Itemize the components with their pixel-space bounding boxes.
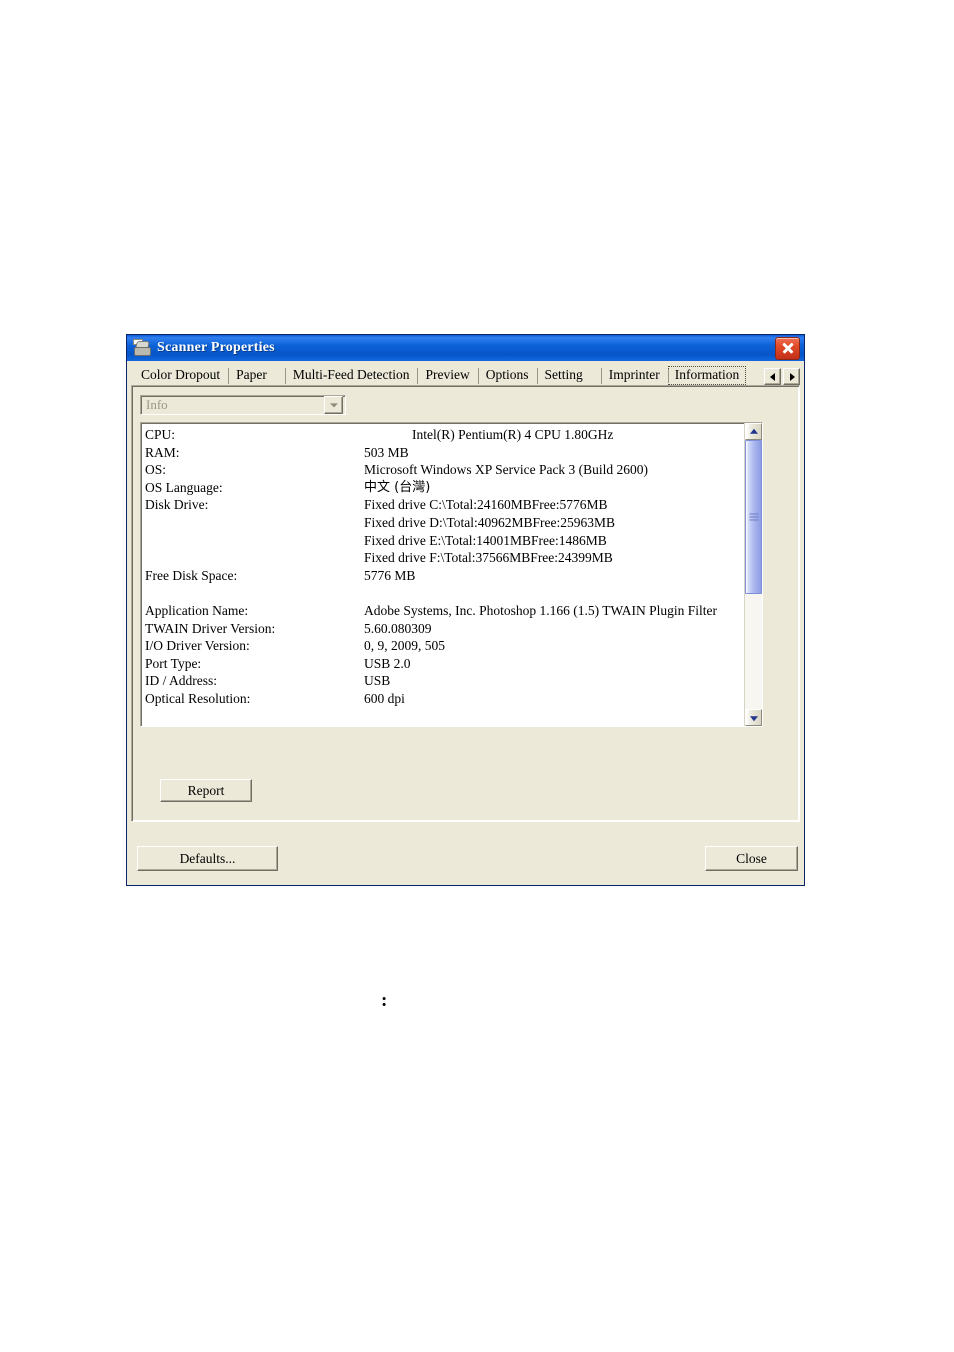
tab-setting[interactable]: Setting: [536, 365, 591, 385]
info-label: ID / Address:: [145, 673, 217, 689]
info-select[interactable]: Info: [140, 395, 346, 415]
chevron-right-icon[interactable]: [783, 368, 800, 385]
information-list: CPU: Intel(R) Pentium(R) 4 CPU 1.80GHz R…: [140, 422, 763, 727]
table-row: OS: Microsoft Windows XP Service Pack 3 …: [145, 461, 744, 479]
window-title: Scanner Properties: [157, 340, 275, 355]
info-label: [145, 532, 364, 550]
info-value: 5.60.080309: [364, 620, 432, 636]
table-row: RAM: 503 MB: [145, 444, 744, 462]
tab-multi-feed-detection[interactable]: Multi-Feed Detection: [284, 365, 418, 385]
info-label: Port Type:: [145, 655, 202, 671]
defaults-button[interactable]: Defaults...: [137, 846, 278, 871]
tab-scroll-buttons: [764, 368, 800, 385]
info-label: I/O Driver Version:: [145, 638, 250, 654]
info-value: 中文 (台灣): [364, 479, 431, 495]
tab-strip: Color Dropout Paper Multi-Feed Detection…: [127, 361, 804, 385]
table-row: Application Name: Adobe Systems, Inc. Ph…: [145, 602, 744, 620]
info-value: 5776 MB: [364, 567, 416, 583]
scanner-properties-dialog: Scanner Properties Color Dropout Paper M…: [126, 334, 805, 886]
tab-preview[interactable]: Preview: [417, 365, 478, 385]
info-label: RAM:: [145, 444, 180, 460]
table-row: TWAIN Driver Version: 5.60.080309: [145, 620, 744, 638]
info-value: 600 dpi: [364, 690, 405, 706]
info-value: Intel(R) Pentium(R) 4 CPU 1.80GHz: [412, 427, 614, 442]
table-row: Free Disk Space: 5776 MB: [145, 567, 744, 585]
close-button[interactable]: Close: [705, 846, 798, 871]
table-row: Fixed drive E:\Total:14001MBFree:1486MB: [145, 532, 744, 550]
tab-color-dropout[interactable]: Color Dropout: [133, 365, 229, 385]
info-label: Optical Resolution:: [145, 690, 251, 706]
info-value: Adobe Systems, Inc. Photoshop 1.166 (1.5…: [364, 602, 717, 618]
table-row: CPU: Intel(R) Pentium(R) 4 CPU 1.80GHz: [145, 426, 744, 444]
info-label: Free Disk Space:: [145, 567, 238, 583]
info-label: [145, 514, 364, 532]
info-label: Disk Drive:: [145, 497, 209, 513]
tab-paper[interactable]: Paper: [228, 365, 275, 385]
info-value: Fixed drive F:\Total:37566MBFree:24399MB: [364, 550, 613, 566]
table-row: I/O Driver Version: 0, 9, 2009, 505: [145, 637, 744, 655]
scanner-icon: [132, 339, 152, 357]
info-value: USB: [364, 673, 391, 689]
table-row: Port Type: USB 2.0: [145, 655, 744, 673]
info-value: 0, 9, 2009, 505: [364, 638, 445, 654]
info-label: [145, 584, 364, 602]
page-stray-colon: :: [381, 990, 388, 1011]
info-label: TWAIN Driver Version:: [145, 620, 276, 636]
chevron-down-icon[interactable]: [324, 396, 343, 414]
scrollbar-thumb[interactable]: [745, 440, 762, 594]
info-value: USB 2.0: [364, 655, 411, 671]
info-value: Fixed drive E:\Total:14001MBFree:1486MB: [364, 532, 607, 548]
titlebar: Scanner Properties: [127, 335, 804, 361]
tab-imprinter[interactable]: Imprinter: [600, 365, 668, 385]
report-button[interactable]: Report: [160, 779, 252, 802]
info-value: Fixed drive C:\Total:24160MBFree:5776MB: [364, 497, 608, 513]
table-row: Optical Resolution: 600 dpi: [145, 690, 744, 708]
close-icon[interactable]: [775, 336, 800, 360]
chevron-down-icon[interactable]: [745, 709, 762, 726]
scrollbar-track[interactable]: [745, 440, 762, 709]
table-row-spacer: [145, 584, 744, 602]
info-label: OS:: [145, 462, 167, 478]
chevron-up-icon[interactable]: [745, 423, 762, 440]
scrollbar-grip-icon: [749, 513, 758, 521]
info-label: Application Name:: [145, 602, 249, 618]
table-row: Fixed drive D:\Total:40962MBFree:25963MB: [145, 514, 744, 532]
info-label: OS Language:: [145, 479, 223, 495]
info-value: 503 MB: [364, 444, 409, 460]
info-value: Microsoft Windows XP Service Pack 3 (Bui…: [364, 462, 649, 478]
information-rows: CPU: Intel(R) Pentium(R) 4 CPU 1.80GHz R…: [141, 423, 744, 726]
information-page-panel: Info CPU: Intel(R) Pentium(R) 4 CPU 1.80…: [131, 385, 800, 822]
info-value: [364, 584, 744, 602]
table-row: Disk Drive: Fixed drive C:\Total:24160MB…: [145, 496, 744, 514]
info-label: [145, 549, 364, 567]
table-row: ID / Address: USB: [145, 672, 744, 690]
table-row: Fixed drive F:\Total:37566MBFree:24399MB: [145, 549, 744, 567]
info-label: CPU:: [145, 427, 176, 442]
vertical-scrollbar[interactable]: [744, 423, 762, 726]
info-select-value: Info: [146, 397, 168, 412]
chevron-left-icon[interactable]: [764, 368, 781, 385]
tab-information[interactable]: Information: [667, 366, 747, 385]
table-row: OS Language: 中文 (台灣): [145, 479, 744, 497]
tab-options[interactable]: Options: [477, 365, 537, 385]
info-value: Fixed drive D:\Total:40962MBFree:25963MB: [364, 514, 616, 530]
